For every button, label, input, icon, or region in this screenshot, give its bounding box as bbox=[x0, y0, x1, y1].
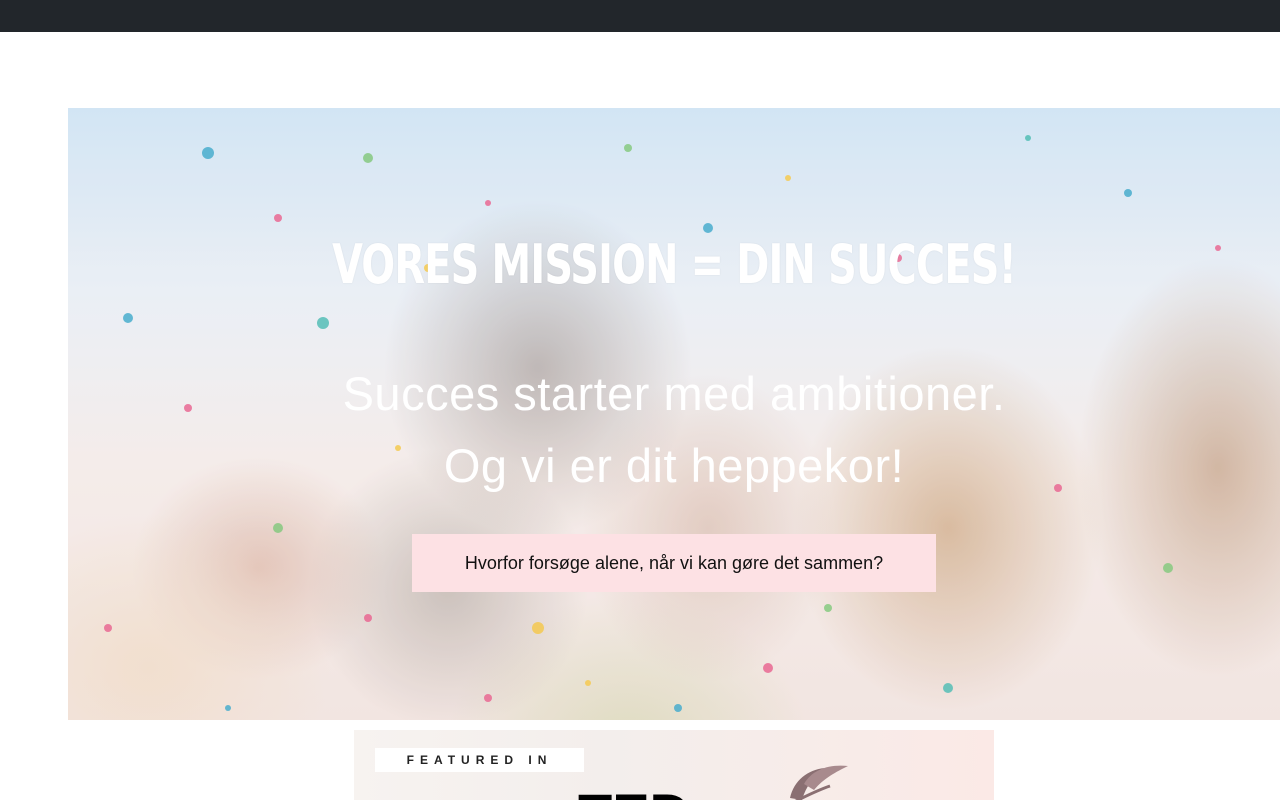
leaf-logo-icon bbox=[790, 765, 848, 800]
ted-logo: TED bbox=[578, 786, 744, 800]
featured-in-banner: FEATURED IN TED bbox=[354, 730, 994, 800]
top-bar bbox=[0, 0, 1280, 32]
hero-tagline-1: Succes starter med ambitioner. bbox=[342, 367, 1006, 420]
hero-tagline-2: Og vi er dit heppekor! bbox=[443, 439, 905, 492]
hero-title: VORES MISSION = DIN SUCCES! bbox=[332, 233, 1017, 296]
hero-banner: VORES MISSION = DIN SUCCES! Succes start… bbox=[68, 108, 1280, 720]
cta-button[interactable]: Hvorfor forsøge alene, når vi kan gøre d… bbox=[412, 534, 936, 592]
featured-in-label: FEATURED IN bbox=[375, 748, 584, 772]
